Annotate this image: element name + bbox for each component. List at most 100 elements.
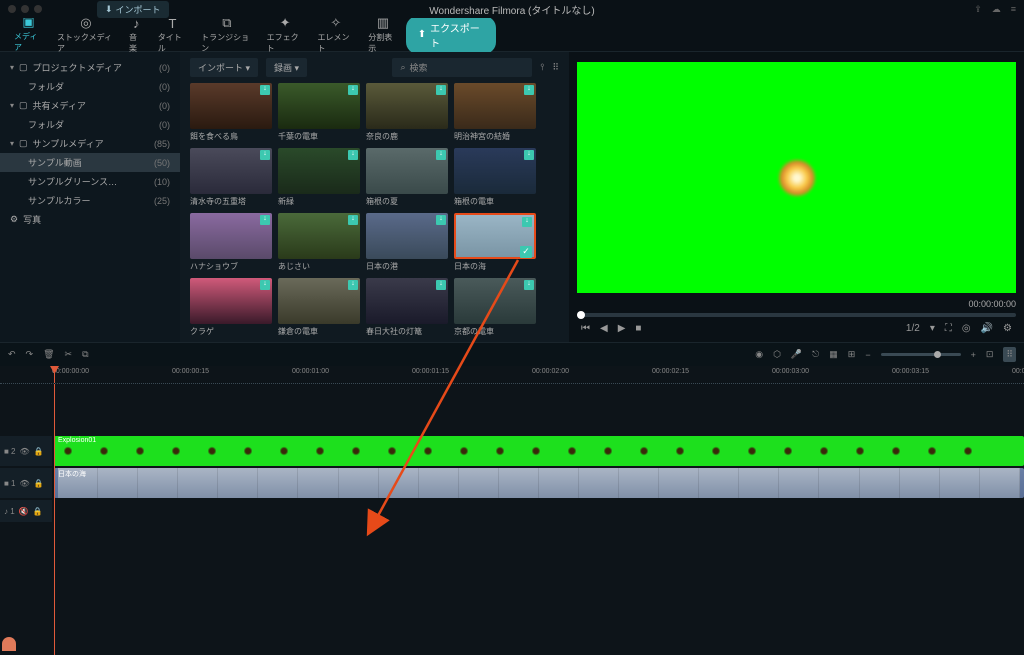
media-thumbnail[interactable]: ↓	[454, 148, 536, 194]
tab-music[interactable]: ♪音楽	[123, 14, 150, 56]
sidebar-item[interactable]: サンプルカラー(25)	[0, 191, 180, 210]
sidebar-item[interactable]: サンプル動画(50)	[0, 153, 180, 172]
preview-viewport[interactable]	[577, 62, 1016, 293]
zoom-in-button[interactable]: +	[971, 350, 976, 360]
sidebar-item[interactable]: フォルダ(0)	[0, 115, 180, 134]
import-dropdown[interactable]: インポート ▾	[190, 58, 258, 77]
delete-button[interactable]: 🗑	[43, 349, 54, 360]
timeline-ruler[interactable]: 00:00:00:0000:00:00:1500:00:01:0000:00:0…	[0, 366, 1024, 384]
media-item[interactable]: ↓箱根の電車	[454, 148, 536, 207]
zoom-out-button[interactable]: −	[865, 350, 870, 360]
media-item[interactable]: ↓餌を食べる鳥	[190, 83, 272, 142]
crop-button[interactable]: ⧉	[82, 349, 88, 360]
media-item[interactable]: ↓奈良の鹿	[366, 83, 448, 142]
media-thumbnail[interactable]: ↓	[278, 278, 360, 324]
media-thumbnail[interactable]: ↓	[278, 148, 360, 194]
undo-button[interactable]: ↶	[8, 349, 16, 360]
step-back-button[interactable]: ◀	[600, 323, 608, 334]
media-thumbnail[interactable]: ↓	[278, 83, 360, 129]
tab-media[interactable]: ▣メディア	[8, 12, 49, 57]
media-thumbnail[interactable]: ↓	[454, 278, 536, 324]
volume-icon[interactable]: 🔊	[981, 323, 993, 334]
menu-icon[interactable]: ≡	[1011, 4, 1016, 15]
mixer-icon[interactable]: ⎋	[812, 349, 819, 360]
media-thumbnail[interactable]: ↓	[190, 213, 272, 259]
lock-icon[interactable]: 🔒	[33, 507, 43, 516]
track-header-a1[interactable]: ♪ 1🔇🔒	[0, 500, 52, 522]
video-track-1[interactable]: ■ 1👁🔒 日本の海	[52, 468, 1024, 498]
redo-button[interactable]: ↷	[26, 349, 34, 360]
sidebar-item[interactable]: ▾▢サンプルメディア(85)	[0, 134, 180, 153]
video-track-2[interactable]: ■ 2👁🔒 Explosion01	[52, 436, 1024, 466]
window-controls[interactable]	[8, 5, 42, 13]
media-item[interactable]: ↓千葉の電車	[278, 83, 360, 142]
marker-button[interactable]: ◉	[755, 349, 763, 360]
media-item[interactable]: ↓箱根の夏	[366, 148, 448, 207]
track-header-v2[interactable]: ■ 2👁🔒	[0, 436, 52, 466]
fullscreen-icon[interactable]: ⛶	[945, 323, 952, 334]
playhead[interactable]	[54, 366, 55, 383]
settings-icon[interactable]: ⚙	[1003, 323, 1012, 334]
media-item[interactable]: ↓清水寺の五重塔	[190, 148, 272, 207]
import-button[interactable]: ⬇ インポート	[97, 1, 169, 18]
tab-split[interactable]: ▥分割表示	[362, 13, 403, 56]
preview-scrubber[interactable]	[577, 313, 1016, 317]
media-item[interactable]: ↓日本の港	[366, 213, 448, 272]
mute-icon[interactable]: 🔇	[19, 507, 29, 516]
grid-view-icon[interactable]: ⠿	[552, 62, 559, 73]
cut-button[interactable]: ✂	[65, 349, 73, 360]
media-thumbnail[interactable]: ↓	[366, 83, 448, 129]
sidebar-item[interactable]: ⚙写真	[0, 210, 180, 229]
media-thumbnail[interactable]: ↓	[366, 278, 448, 324]
chevron-down-icon[interactable]: ▾	[930, 323, 935, 334]
sidebar-item[interactable]: サンプルグリーンス…(10)	[0, 172, 180, 191]
shield-icon[interactable]: ⬡	[773, 349, 781, 360]
media-thumbnail[interactable]: ↓	[366, 148, 448, 194]
media-item[interactable]: ↓明治神宮の結婚	[454, 83, 536, 142]
sidebar-item[interactable]: フォルダ(0)	[0, 77, 180, 96]
media-thumbnail[interactable]: ↓	[278, 213, 360, 259]
media-item[interactable]: ↓クラゲ	[190, 278, 272, 336]
clip-explosion[interactable]: Explosion01	[54, 436, 1024, 466]
lock-icon[interactable]: 🔒	[34, 447, 44, 456]
clip-sea[interactable]: 日本の海	[54, 468, 1024, 498]
track-header-v1[interactable]: ■ 1👁🔒	[0, 468, 52, 498]
media-item[interactable]: ↓新緑	[278, 148, 360, 207]
tab-title[interactable]: Tタイトル	[152, 14, 193, 56]
media-thumbnail[interactable]: ↓	[366, 213, 448, 259]
media-thumbnail[interactable]: ↓	[454, 83, 536, 129]
zoom-fit-button[interactable]: ⊡	[986, 349, 994, 360]
zoom-level[interactable]: 1/2	[906, 323, 920, 334]
share-icon[interactable]: ⇪	[974, 4, 982, 15]
lock-icon[interactable]: 🔒	[34, 479, 44, 488]
tab-effect[interactable]: ✦エフェクト	[261, 13, 310, 56]
play-button[interactable]: ▶	[618, 323, 626, 334]
media-item[interactable]: ↓あじさい	[278, 213, 360, 272]
adjust-icon[interactable]: ▦	[829, 349, 838, 360]
search-input[interactable]: ⌕検索	[392, 58, 532, 77]
stop-button[interactable]: ■	[635, 323, 641, 334]
media-item[interactable]: ↓ハナショウブ	[190, 213, 272, 272]
timeline-options-button[interactable]: ⠿	[1003, 347, 1016, 362]
export-button[interactable]: ⬆ エクスポート	[406, 16, 496, 54]
tab-transition[interactable]: ⧉トランジション	[195, 13, 259, 56]
playhead-line[interactable]	[54, 384, 55, 655]
timeline[interactable]: ■ 2👁🔒 Explosion01 ■ 1👁🔒 日本の海 ♪ 1🔇🔒	[0, 384, 1024, 655]
cloud-icon[interactable]: ☁	[992, 4, 1001, 15]
media-thumbnail[interactable]: ↓	[190, 148, 272, 194]
filter-icon[interactable]: ⫯	[540, 62, 544, 73]
sidebar-item[interactable]: ▾▢プロジェクトメディア(0)	[0, 58, 180, 77]
tab-stock[interactable]: ◎ストックメディア	[51, 13, 121, 56]
track-icon[interactable]: ⊞	[848, 349, 856, 360]
audio-track-1[interactable]: ♪ 1🔇🔒	[52, 500, 1024, 522]
prev-frame-button[interactable]: ⏮	[581, 323, 590, 334]
sidebar-item[interactable]: ▾▢共有メディア(0)	[0, 96, 180, 115]
mic-icon[interactable]: 🎤	[791, 349, 802, 360]
tab-element[interactable]: ✧エレメント	[311, 13, 360, 56]
eye-icon[interactable]: 👁	[20, 479, 30, 488]
snapshot-icon[interactable]: ◎	[962, 323, 971, 334]
eye-icon[interactable]: 👁	[20, 447, 30, 456]
marker[interactable]	[2, 637, 16, 651]
media-item[interactable]: ↓京都の電車	[454, 278, 536, 336]
media-thumbnail[interactable]: ↓	[190, 278, 272, 324]
